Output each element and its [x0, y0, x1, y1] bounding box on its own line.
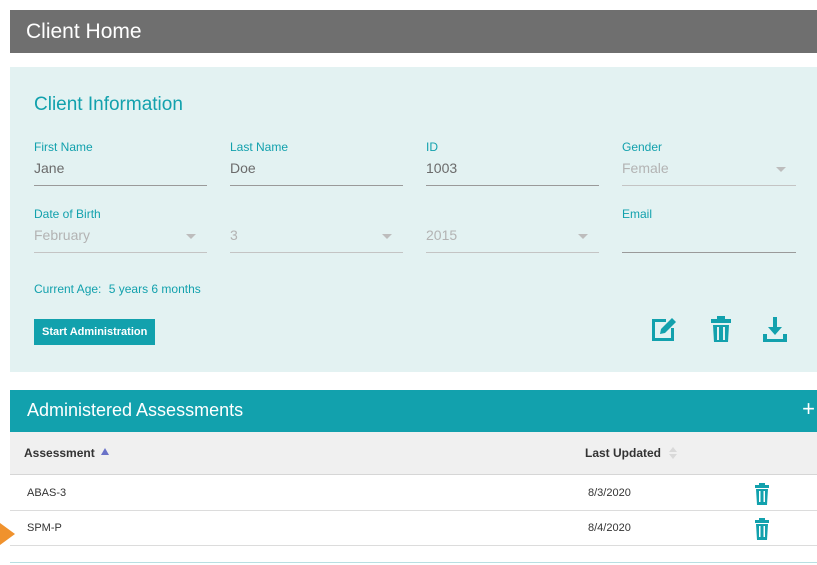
- page-title: Client Home: [26, 20, 142, 43]
- last-updated-date: 8/4/2020: [588, 522, 631, 534]
- column-header-last-updated[interactable]: Last Updated: [585, 446, 678, 460]
- first-name-value[interactable]: Jane: [34, 160, 64, 176]
- add-assessment-button[interactable]: +: [802, 396, 815, 422]
- edit-icon[interactable]: [649, 314, 679, 344]
- gender-underline: [622, 185, 796, 186]
- download-icon[interactable]: [760, 314, 790, 344]
- first-name-field[interactable]: First Name Jane: [34, 140, 207, 188]
- assessments-table-header: Assessment Last Updated: [10, 432, 817, 475]
- administered-assessments-title: Administered Assessments: [27, 400, 244, 420]
- gender-value[interactable]: Female: [622, 160, 669, 176]
- first-name-label: First Name: [34, 140, 93, 154]
- email-field[interactable]: Email: [622, 207, 796, 255]
- table-row[interactable]: ABAS-3 8/3/2020: [10, 476, 817, 511]
- email-label: Email: [622, 207, 653, 221]
- last-name-label: Last Name: [230, 140, 289, 154]
- assessment-name: ABAS-3: [27, 487, 67, 499]
- client-information-title: Client Information: [34, 94, 183, 115]
- chevron-down-icon[interactable]: [382, 234, 392, 239]
- delete-row-icon[interactable]: [753, 518, 771, 540]
- dob-day-select[interactable]: 3: [230, 207, 403, 255]
- email-underline: [622, 252, 796, 253]
- dob-month-select[interactable]: Date of Birth February: [34, 207, 207, 255]
- id-underline: [426, 185, 599, 186]
- chevron-down-icon[interactable]: [578, 234, 588, 239]
- section-divider: [10, 562, 817, 563]
- administered-assessments-header: Administered Assessments +: [10, 390, 817, 432]
- column-header-assessment[interactable]: Assessment: [24, 446, 109, 460]
- sort-ascending-icon: [100, 448, 109, 455]
- client-information-panel: Client Information First Name Jane Last …: [10, 67, 817, 372]
- dob-year-underline: [426, 252, 599, 253]
- last-name-value[interactable]: Doe: [230, 160, 256, 176]
- gender-select[interactable]: Gender Female: [622, 140, 796, 188]
- chevron-down-icon[interactable]: [776, 167, 786, 172]
- dob-label: Date of Birth: [34, 207, 101, 221]
- current-age-row: Current Age: 5 years 6 months: [34, 282, 205, 296]
- sort-icon: [669, 447, 678, 459]
- dob-month-underline: [34, 252, 207, 253]
- first-name-underline: [34, 185, 207, 186]
- dob-year-value[interactable]: 2015: [426, 227, 457, 243]
- start-administration-button[interactable]: Start Administration: [34, 319, 156, 345]
- pointer-arrow-icon: [0, 523, 15, 545]
- last-name-underline: [230, 185, 403, 186]
- dob-day-value[interactable]: 3: [230, 227, 238, 243]
- id-field[interactable]: ID 1003: [426, 140, 599, 188]
- chevron-down-icon[interactable]: [186, 234, 196, 239]
- last-updated-date: 8/3/2020: [588, 487, 631, 499]
- dob-day-underline: [230, 252, 403, 253]
- dob-month-value[interactable]: February: [34, 227, 90, 243]
- dob-year-select[interactable]: 2015: [426, 207, 599, 255]
- table-row[interactable]: SPM-P 8/4/2020: [10, 511, 817, 546]
- current-age-label: Current Age:: [34, 282, 102, 296]
- current-age-value: 5 years 6 months: [108, 282, 201, 296]
- assessment-name: SPM-P: [27, 522, 62, 534]
- page-header: Client Home: [10, 10, 817, 53]
- id-label: ID: [426, 140, 438, 154]
- last-name-field[interactable]: Last Name Doe: [230, 140, 403, 188]
- delete-row-icon[interactable]: [753, 483, 771, 505]
- client-home-page: Client Home Client Information First Nam…: [0, 0, 817, 565]
- id-value[interactable]: 1003: [426, 160, 457, 176]
- gender-label: Gender: [622, 140, 663, 154]
- trash-icon[interactable]: [706, 314, 736, 344]
